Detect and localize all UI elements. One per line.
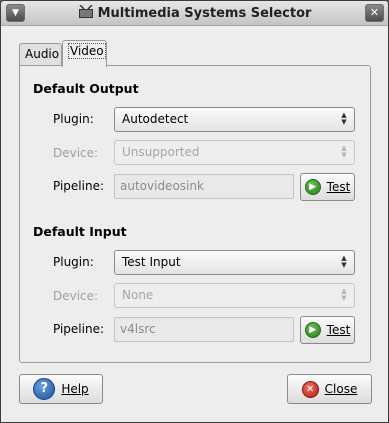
- window-title-area: Multimedia Systems Selector: [1, 5, 388, 21]
- close-button[interactable]: ✕ Close: [287, 374, 372, 404]
- help-icon: ?: [33, 378, 56, 400]
- output-pipeline-label: Pipeline:: [53, 179, 105, 193]
- play-icon: ▶: [304, 179, 321, 195]
- tab-audio[interactable]: Audio: [19, 43, 62, 65]
- input-pipeline-label: Pipeline:: [53, 322, 105, 336]
- output-plugin-value: Autodetect: [122, 112, 189, 126]
- titlebar: ▼ Multimedia Systems Selector ✕: [1, 1, 388, 26]
- input-plugin-value: Test Input: [122, 255, 181, 269]
- tab-audio-label: Audio: [25, 47, 60, 61]
- input-device-label: Device:: [53, 289, 99, 303]
- output-pipeline-field[interactable]: autovideosink: [114, 174, 294, 199]
- spinner-arrows-icon: ▲ ▼: [341, 254, 347, 269]
- input-pipeline-field[interactable]: v4lsrc: [114, 317, 294, 342]
- spinner-arrows-icon: ▲ ▼: [341, 111, 347, 126]
- output-test-button[interactable]: ▶ Test: [300, 173, 355, 201]
- input-test-button[interactable]: ▶ Test: [300, 316, 355, 344]
- input-plugin-select[interactable]: Test Input ▲ ▼: [114, 250, 355, 275]
- help-label: Help: [61, 382, 89, 396]
- output-device-label: Device:: [53, 146, 99, 160]
- input-device-select[interactable]: None ▲ ▼: [114, 283, 355, 308]
- close-label: Close: [324, 382, 358, 396]
- window: ▼ Multimedia Systems Selector ✕ Audio Vi…: [0, 0, 389, 423]
- output-plugin-label: Plugin:: [53, 112, 94, 126]
- input-heading: Default Input: [33, 224, 127, 239]
- close-circle-icon: ✕: [301, 380, 319, 398]
- multimedia-icon: [78, 5, 93, 18]
- output-device-value: Unsupported: [122, 145, 200, 159]
- close-icon[interactable]: ✕: [365, 4, 384, 22]
- input-device-value: None: [122, 288, 154, 302]
- output-device-select[interactable]: Unsupported ▲ ▼: [114, 140, 355, 165]
- spinner-arrows-icon: ▲ ▼: [341, 144, 347, 159]
- spinner-arrows-icon: ▲ ▼: [341, 287, 347, 302]
- play-icon: ▶: [304, 322, 321, 338]
- tab-video-label: Video: [68, 43, 106, 59]
- output-heading: Default Output: [33, 81, 139, 96]
- input-test-label: Test: [326, 323, 351, 337]
- window-title: Multimedia Systems Selector: [97, 6, 312, 21]
- tab-video[interactable]: Video: [62, 40, 107, 67]
- output-test-label: Test: [326, 180, 351, 194]
- output-plugin-select[interactable]: Autodetect ▲ ▼: [114, 107, 355, 132]
- help-button[interactable]: ? Help: [19, 374, 103, 404]
- input-plugin-label: Plugin:: [53, 255, 94, 269]
